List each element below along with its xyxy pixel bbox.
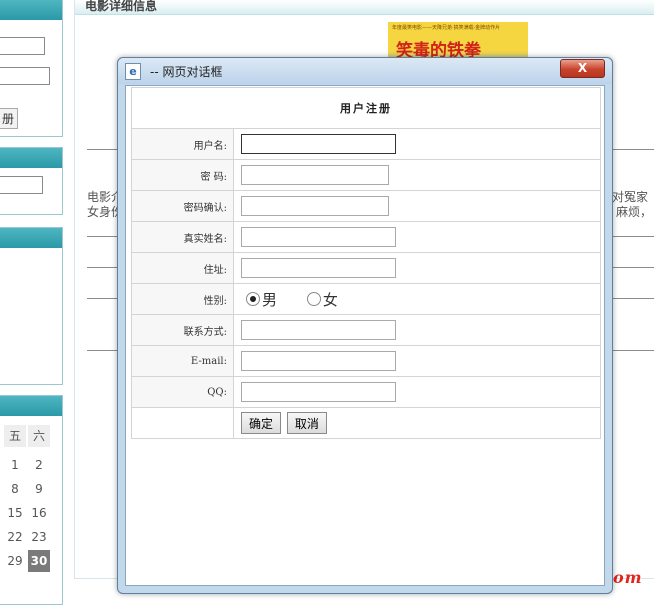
divider	[87, 236, 119, 237]
realname-field[interactable]	[241, 227, 396, 247]
cancel-button[interactable]: 取消	[286, 412, 327, 434]
field-label-password: 密 码:	[131, 159, 234, 191]
phone-field[interactable]	[241, 320, 396, 340]
link-panel-header	[0, 228, 62, 248]
confirm-button[interactable]: 确定	[241, 412, 282, 434]
divider	[87, 267, 119, 268]
calendar-header-sat: 六	[28, 425, 50, 447]
calendar-day[interactable]: 16	[28, 502, 50, 524]
login-panel-header	[0, 0, 62, 20]
dialog-body: 用户注册 用户名: 密 码: 密码确认: 真实姓名: 住址: 性别: 男 女 联…	[125, 85, 605, 586]
movie-detail-title: 电影详细信息	[85, 0, 158, 13]
ie-page-icon: e	[125, 63, 141, 80]
field-label-qq: QQ:	[131, 376, 234, 408]
field-label-phone: 联系方式:	[131, 314, 234, 346]
search-input[interactable]	[0, 176, 43, 194]
password-input[interactable]	[0, 67, 50, 85]
username-field[interactable]	[241, 134, 396, 154]
username-input[interactable]	[0, 37, 45, 55]
calendar-day[interactable]: 23	[28, 526, 50, 548]
password-confirm-field[interactable]	[241, 196, 389, 216]
field-label-email: E-mail:	[131, 345, 234, 377]
email-field[interactable]	[241, 351, 396, 371]
calendar-day[interactable]: 29	[4, 550, 26, 572]
calendar-panel-header	[0, 396, 62, 416]
field-label-username: 用户名:	[131, 128, 234, 160]
web-dialog: e -- 网页对话框 X 用户注册 用户名: 密 码: 密码确认: 真实姓名: …	[117, 57, 613, 594]
close-icon: X	[577, 61, 588, 75]
button-row-spacer	[131, 407, 234, 439]
field-label-address: 住址:	[131, 252, 234, 284]
divider	[612, 298, 654, 299]
calendar-day[interactable]: 1	[4, 454, 26, 476]
password-field[interactable]	[241, 165, 389, 185]
calendar-day[interactable]: 22	[4, 526, 26, 548]
search-panel-header	[0, 148, 62, 168]
gender-male-label[interactable]: 男	[262, 291, 277, 309]
movie-detail-header: 电影详细信息	[75, 0, 654, 15]
calendar-day[interactable]: 9	[28, 478, 50, 500]
field-label-gender: 性别:	[131, 283, 234, 315]
calendar-day[interactable]: 15	[4, 502, 26, 524]
address-field[interactable]	[241, 258, 396, 278]
register-button[interactable]: 册	[0, 108, 19, 129]
link-panel	[0, 227, 63, 385]
divider	[612, 236, 654, 237]
left-sidebar: 册 五 六 1 2 8 9 15 16 22 23 29 30	[0, 0, 63, 605]
register-form: 用户注册 用户名: 密 码: 密码确认: 真实姓名: 住址: 性别: 男 女 联…	[131, 87, 601, 439]
field-label-password-confirm: 密码确认:	[131, 190, 234, 222]
calendar-day[interactable]: 2	[28, 454, 50, 476]
calendar-day-today[interactable]: 30	[28, 550, 50, 572]
gender-female-label[interactable]: 女	[323, 291, 338, 309]
calendar-header-fri: 五	[4, 425, 26, 447]
form-title: 用户注册	[131, 87, 601, 129]
gender-radio-group: 男 女	[233, 283, 601, 315]
divider	[87, 149, 119, 150]
intro-text-right-2: 麻烦，	[616, 205, 653, 219]
gender-male-radio[interactable]	[246, 292, 260, 306]
gender-female-radio[interactable]	[306, 292, 321, 306]
divider	[87, 298, 119, 299]
divider	[612, 267, 654, 268]
field-label-realname: 真实姓名:	[131, 221, 234, 253]
dialog-title: -- 网页对话框	[150, 65, 223, 79]
qq-field[interactable]	[241, 382, 396, 402]
divider	[612, 350, 654, 351]
divider	[87, 350, 119, 351]
close-button[interactable]: X	[560, 59, 605, 78]
poster-tagline: 年度最笑电影——天降兄弟·搞笑满载·金牌动作片	[392, 25, 501, 31]
divider	[612, 149, 654, 150]
calendar-day[interactable]: 8	[4, 478, 26, 500]
dialog-titlebar[interactable]: e -- 网页对话框 X	[118, 58, 612, 84]
